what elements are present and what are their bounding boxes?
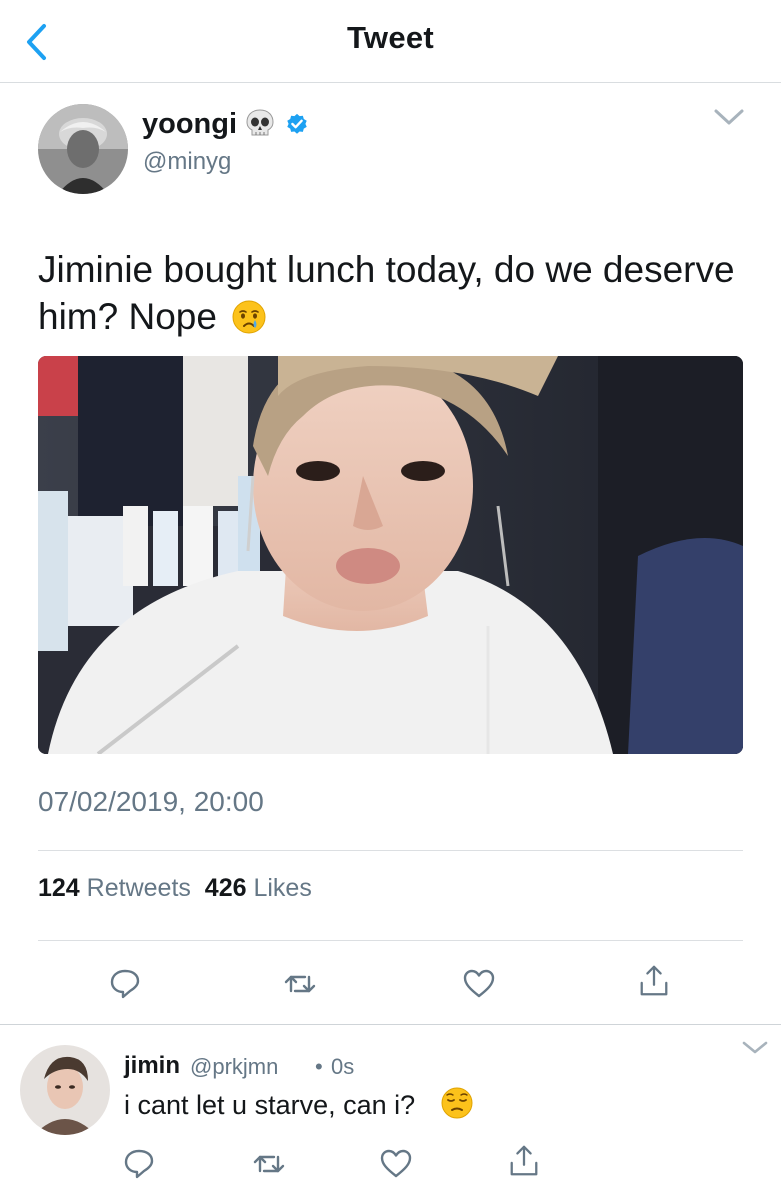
divider	[38, 940, 743, 941]
reply-text: i cant let u starve, can i?	[124, 1090, 416, 1120]
verified-badge-icon	[287, 113, 307, 134]
chevron-down-icon[interactable]	[740, 1038, 770, 1058]
chevron-down-icon[interactable]	[712, 105, 746, 129]
separator-dot: •	[315, 1054, 323, 1079]
reply-author-handle[interactable]: @prkjmn	[190, 1054, 278, 1080]
crying-face-emoji-icon	[232, 300, 266, 334]
share-icon[interactable]	[507, 1144, 541, 1178]
tweet-text-content: Jiminie bought lunch today, do we deserv…	[38, 249, 735, 337]
reply-time: 0s	[331, 1054, 355, 1079]
like-icon[interactable]	[462, 967, 496, 1001]
reply-icon[interactable]	[108, 967, 142, 1001]
tweet-stats: 124 Retweets 426 Likes	[38, 874, 312, 903]
author-handle[interactable]: @minyg	[143, 148, 231, 176]
reply-icon[interactable]	[122, 1147, 156, 1181]
share-icon[interactable]	[637, 964, 671, 998]
page-title: Tweet	[346, 20, 435, 55]
divider	[0, 1024, 781, 1025]
tweet-text: Jiminie bought lunch today, do we deserv…	[38, 246, 738, 340]
tweet-timestamp: 07/02/2019, 20:00	[38, 786, 264, 817]
tweet-photo[interactable]	[38, 356, 743, 754]
like-icon[interactable]	[379, 1147, 413, 1181]
retweet-icon[interactable]	[283, 967, 317, 1001]
pensive-face-emoji-icon	[441, 1087, 473, 1119]
skull-emoji-icon	[246, 109, 274, 136]
retweets-label[interactable]: Retweets	[87, 874, 191, 902]
divider	[38, 850, 743, 851]
reply-author-avatar[interactable]	[20, 1045, 110, 1135]
author-display-name[interactable]: yoongi	[142, 108, 237, 141]
author-avatar[interactable]	[38, 104, 128, 194]
retweets-count[interactable]: 124	[38, 874, 80, 902]
reply-author-name[interactable]: jimin	[124, 1052, 180, 1080]
retweet-icon[interactable]	[252, 1147, 286, 1181]
likes-count[interactable]: 426	[205, 874, 247, 902]
likes-label[interactable]: Likes	[253, 874, 311, 902]
